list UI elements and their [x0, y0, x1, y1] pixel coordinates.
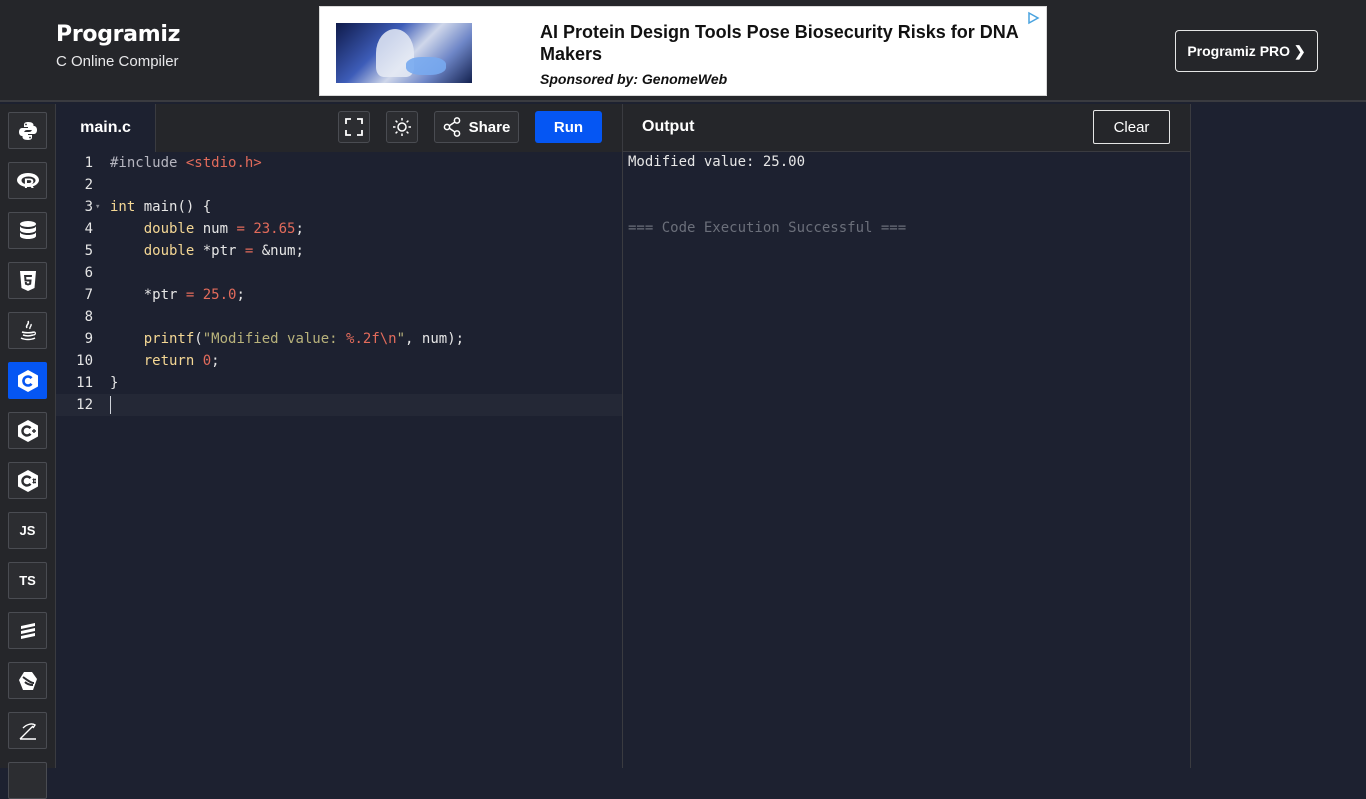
kotlin-icon[interactable] — [8, 712, 47, 749]
right-panel — [1190, 104, 1366, 768]
ad-sponsor: Sponsored by: GenomeWeb — [540, 71, 728, 87]
line-number: 1 — [84, 155, 93, 171]
database-icon[interactable] — [8, 212, 47, 249]
tab-main-c[interactable]: main.c — [56, 104, 156, 152]
line-number: 11 — [76, 375, 93, 391]
typescript-icon[interactable]: TS — [8, 562, 47, 599]
code-line[interactable]: 6 — [56, 262, 622, 284]
language-sidebar: R JS TS — [0, 104, 56, 799]
code-line-current[interactable]: 12 — [56, 394, 622, 416]
html5-icon[interactable] — [8, 262, 47, 299]
sun-icon — [393, 118, 411, 136]
line-number: 4 — [84, 221, 93, 237]
line-number: 9 — [84, 331, 93, 347]
javascript-icon[interactable]: JS — [8, 512, 47, 549]
csharp-icon[interactable] — [8, 462, 47, 499]
code-line[interactable]: 9 printf("Modified value: %.2f\n", num); — [56, 328, 622, 350]
ad-image[interactable] — [336, 23, 472, 83]
share-label: Share — [468, 118, 511, 136]
code-line[interactable]: 1 #include <stdio.h> — [56, 152, 622, 174]
logo[interactable]: Programiz C Online Compiler — [56, 22, 180, 70]
execution-status: === Code Execution Successful === — [628, 220, 907, 236]
code-line[interactable]: 3 ▾ int main() { — [56, 196, 622, 218]
line-number: 8 — [84, 309, 93, 325]
share-button[interactable]: Share — [434, 111, 519, 143]
line-number: 10 — [76, 353, 93, 369]
c-icon[interactable] — [8, 362, 47, 399]
go-icon[interactable] — [8, 612, 47, 649]
fullscreen-button[interactable] — [338, 111, 370, 143]
adchoices-icon[interactable] — [1026, 11, 1040, 25]
line-number: 7 — [84, 287, 93, 303]
programiz-pro-button[interactable]: Programiz PRO ❯ — [1175, 30, 1318, 72]
svg-text:R: R — [24, 175, 34, 191]
logo-text: Programiz — [56, 22, 181, 47]
code-line[interactable]: 5 double *ptr = &num; — [56, 240, 622, 262]
editor-toolbar: main.c Share Run — [56, 104, 622, 152]
line-number: 3 — [84, 199, 93, 215]
header: Programiz C Online Compiler AI Protein D… — [0, 0, 1366, 102]
code-line[interactable]: 8 — [56, 306, 622, 328]
swift-icon[interactable] — [8, 662, 47, 699]
fold-arrow-icon[interactable]: ▾ — [95, 196, 100, 218]
line-number: 6 — [84, 265, 93, 281]
ad-banner[interactable]: AI Protein Design Tools Pose Biosecurity… — [319, 6, 1047, 96]
code-line[interactable]: 11 } — [56, 372, 622, 394]
line-number: 2 — [84, 177, 93, 193]
page-subtitle: C Online Compiler — [56, 53, 179, 70]
clear-button[interactable]: Clear — [1093, 110, 1170, 144]
r-icon[interactable]: R — [8, 162, 47, 199]
output-title: Output — [642, 118, 695, 135]
java-icon[interactable] — [8, 312, 47, 349]
code-line[interactable]: 2 — [56, 174, 622, 196]
code-editor[interactable]: 1 #include <stdio.h> 2 3 ▾ int main() { … — [56, 152, 622, 768]
fullscreen-icon — [345, 118, 363, 136]
output-toolbar: Output Clear — [622, 104, 1190, 152]
line-number: 5 — [84, 243, 93, 259]
output-line: Modified value: 25.00 — [628, 154, 806, 170]
ad-title[interactable]: AI Protein Design Tools Pose Biosecurity… — [540, 21, 1030, 65]
code-line[interactable]: 4 double num = 23.65; — [56, 218, 622, 240]
code-line[interactable]: 7 *ptr = 25.0; — [56, 284, 622, 306]
run-button[interactable]: Run — [535, 111, 602, 143]
share-icon — [443, 117, 460, 137]
code-line[interactable]: 10 return 0; — [56, 350, 622, 372]
line-number: 12 — [76, 397, 93, 413]
cpp-icon[interactable] — [8, 412, 47, 449]
theme-toggle-button[interactable] — [386, 111, 418, 143]
output-console[interactable]: Modified value: 25.00 === Code Execution… — [622, 152, 1190, 768]
text-cursor — [110, 396, 111, 414]
python-icon[interactable] — [8, 112, 47, 149]
